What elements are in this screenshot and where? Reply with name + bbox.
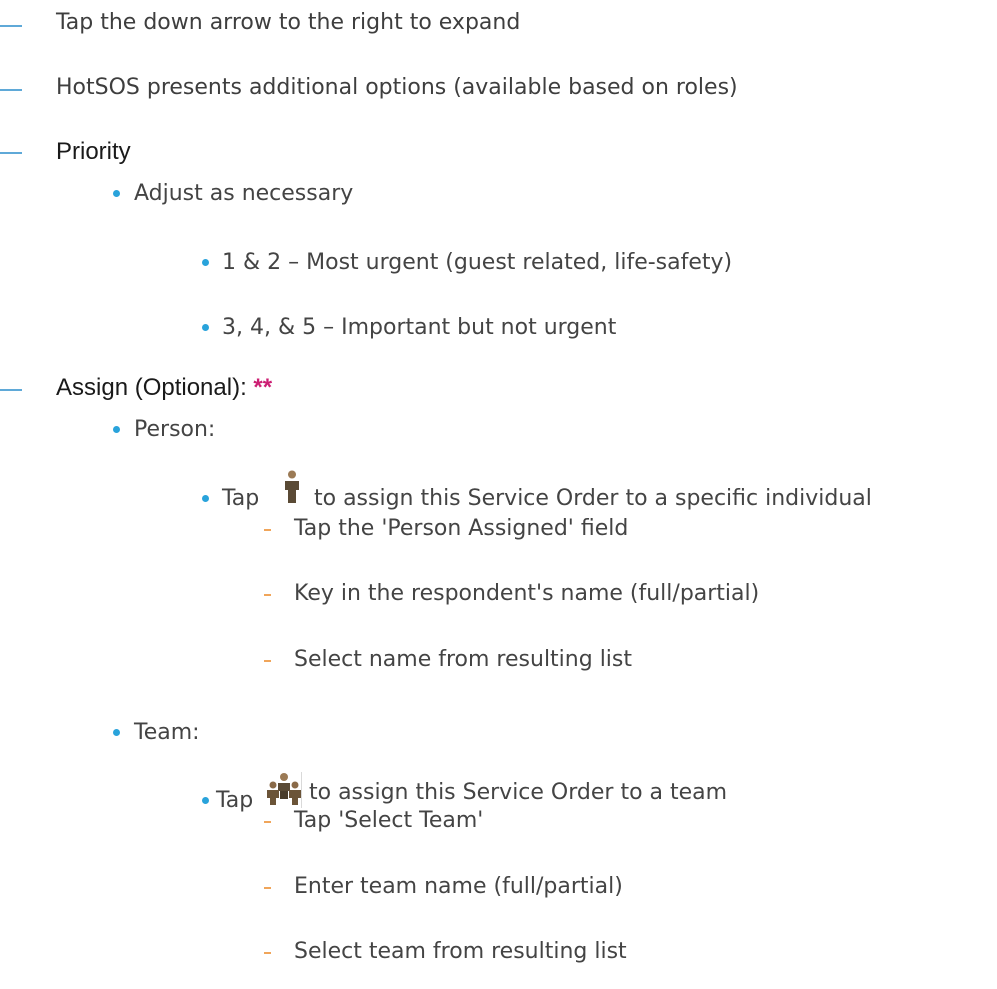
team-step: Tap 'Select Team' <box>294 808 484 833</box>
item-presents: HotSOS presents additional options (avai… <box>56 75 738 100</box>
dash-bullet <box>0 389 22 391</box>
person-label: Person: <box>134 417 216 442</box>
bullet-dot <box>113 190 120 197</box>
bullet-dot <box>202 324 209 331</box>
hyphen-bullet <box>264 594 271 596</box>
dash-bullet <box>0 25 22 27</box>
hyphen-bullet <box>264 821 271 823</box>
bullet-dot <box>202 259 209 266</box>
person-step: Select name from resulting list <box>294 647 633 672</box>
priority-adjust: Adjust as necessary <box>134 181 354 206</box>
dash-bullet <box>0 152 22 154</box>
person-tap: Tap <box>222 486 260 511</box>
assign-heading: Assign (Optional): ** <box>56 376 272 400</box>
hyphen-bullet <box>264 660 271 662</box>
team-desc: to assign this Service Order to a team <box>309 780 728 805</box>
team-icon[interactable] <box>265 772 303 812</box>
person-desc: to assign this Service Order to a specif… <box>314 486 872 511</box>
team-step: Enter team name (full/partial) <box>294 874 623 899</box>
hyphen-bullet <box>264 529 271 531</box>
team-tap: Tap <box>216 788 254 813</box>
team-step: Select team from resulting list <box>294 939 627 964</box>
bullet-dot <box>202 797 209 804</box>
person-icon[interactable] <box>284 470 300 508</box>
priority-level-12: 1 & 2 – Most urgent (guest related, life… <box>222 250 733 275</box>
hyphen-bullet <box>264 887 271 889</box>
dash-bullet <box>0 89 22 91</box>
hyphen-bullet <box>264 952 271 954</box>
assign-required-stars: ** <box>253 374 273 401</box>
person-step: Tap the 'Person Assigned' field <box>294 516 629 541</box>
assign-heading-text: Assign (Optional): <box>56 374 254 401</box>
item-tap-arrow: Tap the down arrow to the right to expan… <box>56 10 521 35</box>
bullet-dot <box>113 729 120 736</box>
priority-level-345: 3, 4, & 5 – Important but not urgent <box>222 315 617 340</box>
bullet-dot <box>113 426 120 433</box>
priority-heading: Priority <box>56 138 131 165</box>
team-label: Team: <box>134 720 200 745</box>
bullet-dot <box>202 495 209 502</box>
person-step: Key in the respondent's name (full/parti… <box>294 581 760 606</box>
